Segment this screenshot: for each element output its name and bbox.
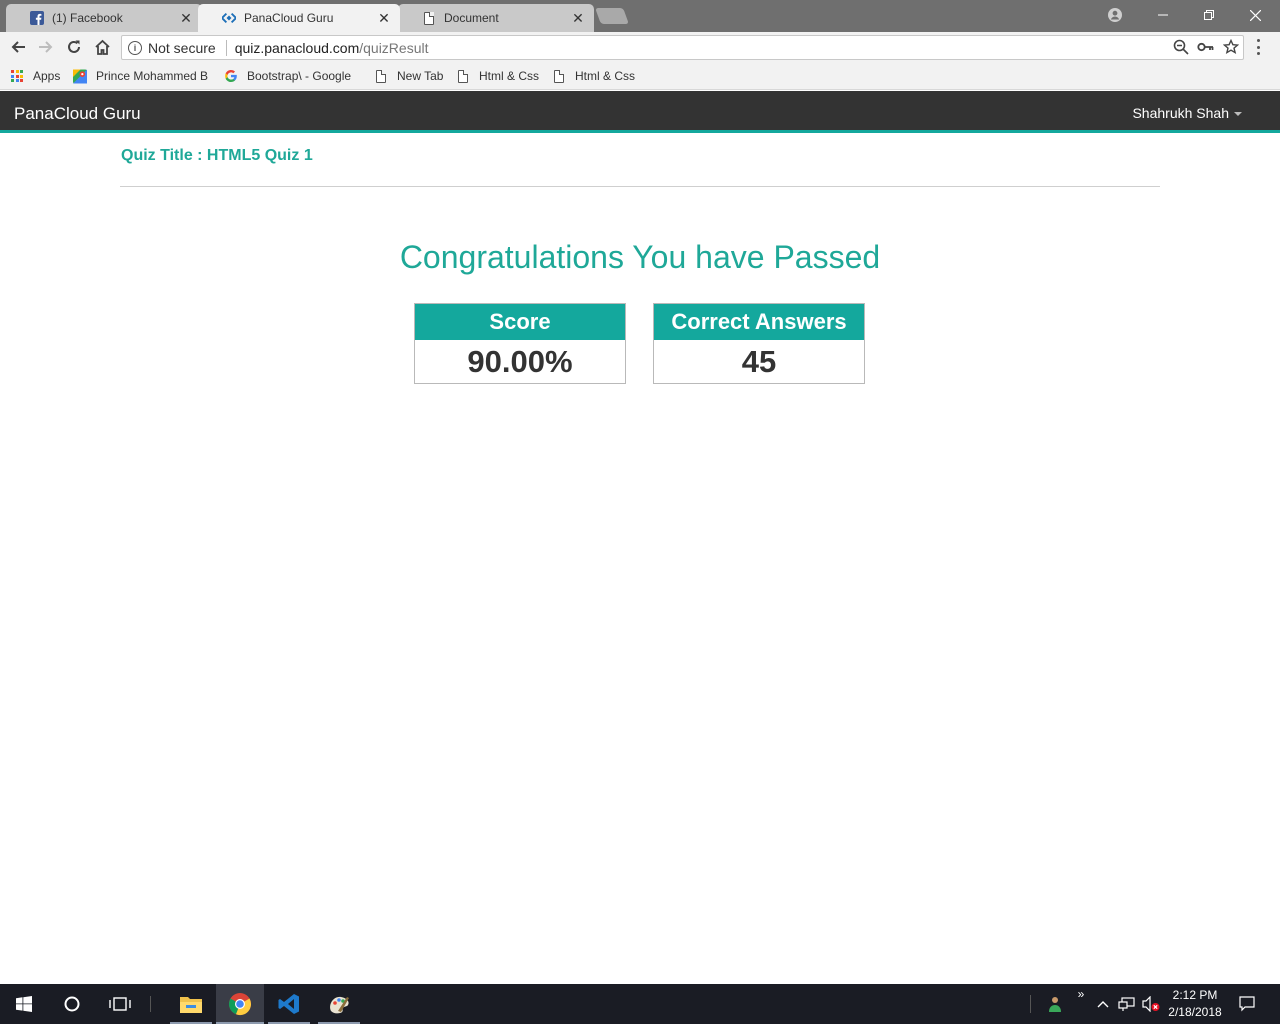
- tab-facebook[interactable]: (1) Facebook ✕: [6, 4, 202, 32]
- url-path: /quizResult: [359, 39, 429, 56]
- quiz-title: Quiz Title : HTML5 Quiz 1: [121, 147, 313, 164]
- tab-panacloud-guru[interactable]: PanaCloud Guru ✕: [198, 4, 400, 32]
- close-tab-icon[interactable]: ✕: [376, 10, 392, 26]
- browser-toolbar: i Not secure quiz.panacloud.com/quizResu…: [0, 32, 1280, 62]
- reload-icon[interactable]: [63, 36, 85, 58]
- browser-menu-icon[interactable]: [1255, 39, 1261, 55]
- address-bar[interactable]: i Not secure quiz.panacloud.com/quizResu…: [121, 35, 1244, 60]
- chevron-up-icon[interactable]: [1094, 984, 1112, 1024]
- clock-time: 2:12 PM: [1172, 988, 1218, 1002]
- bookmark-html-css-2[interactable]: Html & Css: [552, 68, 635, 84]
- cortana-icon[interactable]: [48, 984, 96, 1024]
- score-value: 90.00%: [467, 344, 573, 379]
- volume-muted-icon[interactable]: [1140, 984, 1162, 1024]
- apps-grid-icon: [10, 69, 24, 83]
- divider: [120, 186, 1160, 187]
- bookmark-label: Apps: [33, 69, 61, 83]
- star-icon[interactable]: [1222, 38, 1240, 58]
- action-center-icon[interactable]: [1234, 984, 1260, 1024]
- correct-answers-card: Correct Answers 45: [653, 303, 865, 384]
- back-icon[interactable]: [7, 36, 29, 58]
- close-tab-icon[interactable]: ✕: [178, 10, 194, 26]
- page-icon: [456, 69, 470, 83]
- forward-icon[interactable]: [35, 36, 57, 58]
- omnibox-actions: [1173, 38, 1240, 58]
- key-icon[interactable]: [1197, 39, 1215, 58]
- score-card: Score 90.00%: [414, 303, 626, 384]
- tab-title: (1) Facebook: [52, 11, 123, 25]
- correct-answers-label: Correct Answers: [654, 304, 864, 340]
- panacloud-icon: [222, 11, 236, 25]
- profile-icon[interactable]: [1104, 0, 1126, 30]
- bookmark-prince-mohammed[interactable]: Prince Mohammed B: [73, 68, 209, 84]
- network-icon[interactable]: [1116, 984, 1138, 1024]
- clock-date: 2/18/2018: [1168, 1005, 1222, 1019]
- app-navbar: PanaCloud Guru Shahrukh Shah: [0, 91, 1280, 133]
- security-status[interactable]: Not secure: [148, 40, 216, 56]
- url-host: quiz.panacloud.com: [234, 39, 360, 56]
- bookmark-label: Bootstrap\ - Google: [247, 69, 352, 83]
- user-menu[interactable]: Shahrukh Shah: [1132, 105, 1242, 121]
- bookmark-bootstrap-google[interactable]: Bootstrap\ - Google: [224, 68, 359, 84]
- vscode-icon[interactable]: [268, 984, 310, 1024]
- taskbar-clock[interactable]: 2:12 PM 2/18/2018: [1160, 987, 1230, 1021]
- info-icon[interactable]: i: [128, 40, 142, 55]
- divider: [225, 39, 227, 56]
- tray-app-icon[interactable]: [1044, 984, 1066, 1024]
- close-window-icon[interactable]: [1232, 0, 1278, 30]
- page-icon: [552, 69, 566, 83]
- bookmark-html-css[interactable]: Html & Css: [456, 68, 539, 84]
- tab-title: Document: [444, 11, 499, 25]
- taskbar-divider: [148, 984, 154, 1024]
- google-icon: [224, 69, 238, 83]
- bookmark-apps[interactable]: Apps: [10, 68, 60, 84]
- document-icon: [422, 11, 436, 25]
- file-explorer-icon[interactable]: [170, 984, 212, 1024]
- close-tab-icon[interactable]: ✕: [570, 10, 586, 26]
- caret-down-icon: [1234, 112, 1242, 116]
- bookmark-label: Html & Css: [575, 69, 635, 83]
- tray-overflow-icon[interactable]: »: [1072, 984, 1090, 1004]
- task-view-icon[interactable]: [96, 984, 144, 1024]
- page-icon: [374, 69, 388, 83]
- bookmark-new-tab[interactable]: New Tab: [374, 68, 443, 84]
- windows-taskbar: » 2:12 PM 2/18/2018: [0, 984, 1280, 1024]
- result-message: Congratulations You have Passed: [399, 239, 881, 275]
- chrome-icon[interactable]: [216, 984, 264, 1024]
- facebook-icon: [30, 11, 44, 25]
- correct-answers-value: 45: [741, 344, 777, 379]
- bookmark-label: Prince Mohammed B: [96, 69, 209, 83]
- minimize-icon[interactable]: [1140, 0, 1186, 30]
- brand-link[interactable]: PanaCloud Guru: [14, 104, 141, 124]
- zoom-icon[interactable]: [1173, 39, 1189, 58]
- tray-divider: [1028, 984, 1034, 1024]
- score-label: Score: [415, 304, 625, 340]
- user-name: Shahrukh Shah: [1132, 105, 1229, 121]
- windows-start-icon[interactable]: [0, 984, 48, 1024]
- home-icon[interactable]: [91, 36, 113, 58]
- bookmarks-bar: Apps Prince Mohammed B Bootstrap\ - Goog…: [0, 62, 1280, 90]
- browser-tab-strip: (1) Facebook ✕ PanaCloud Guru ✕ Document…: [0, 0, 1280, 32]
- maps-icon: [73, 69, 87, 83]
- paint-icon[interactable]: [318, 984, 360, 1024]
- tab-title: PanaCloud Guru: [244, 11, 334, 25]
- new-tab-button[interactable]: [595, 8, 629, 24]
- restore-icon[interactable]: [1186, 0, 1232, 30]
- bookmark-label: Html & Css: [479, 69, 539, 83]
- tab-document[interactable]: Document ✕: [398, 4, 594, 32]
- bookmark-label: New Tab: [397, 69, 444, 83]
